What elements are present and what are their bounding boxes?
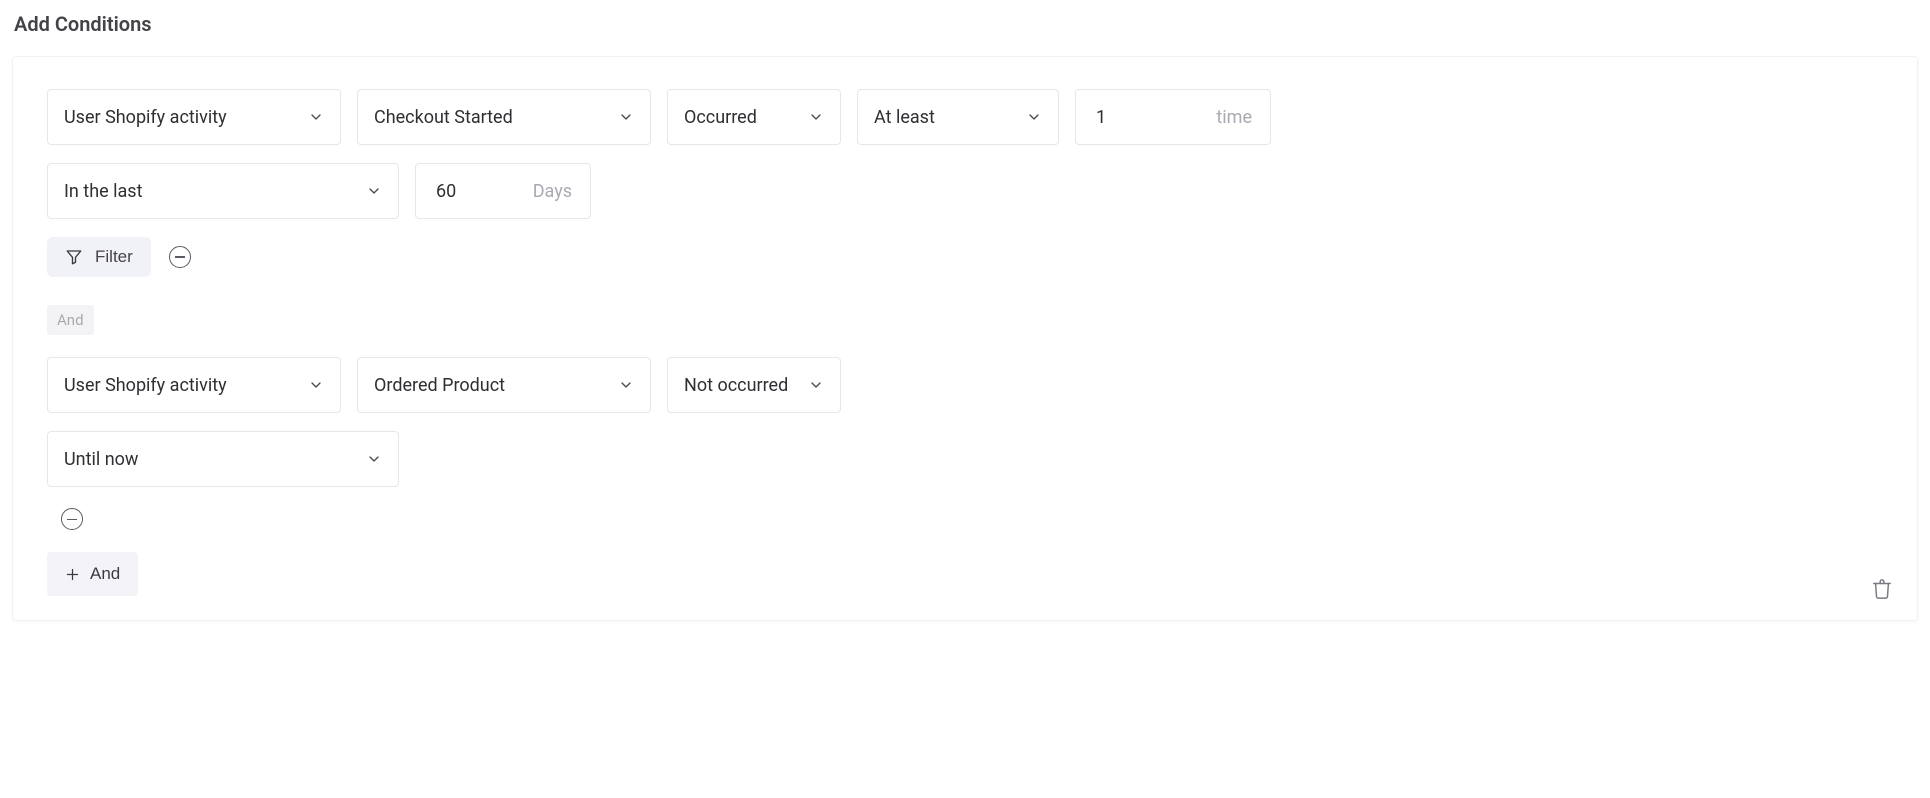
timeframe-select[interactable]: In the last (47, 163, 399, 219)
condition-2-row-2: Until now (47, 431, 1883, 487)
chevron-down-icon (366, 183, 382, 199)
count-suffix: time (1216, 107, 1252, 128)
filter-button-label: Filter (95, 247, 133, 267)
filter-row: Filter (47, 237, 1883, 277)
conditions-panel: User Shopify activity Checkout Started O… (12, 56, 1918, 621)
chevron-down-icon (808, 377, 824, 393)
plus-icon (65, 567, 80, 582)
timeframe-select-2[interactable]: Until now (47, 431, 399, 487)
connector-and-badge: And (47, 305, 94, 335)
remove-condition-1-button[interactable] (169, 246, 191, 268)
activity-type-select[interactable]: User Shopify activity (47, 89, 341, 145)
condition-1-row-2: In the last Days (47, 163, 1883, 219)
chevron-down-icon (308, 377, 324, 393)
chevron-down-icon (308, 109, 324, 125)
minus-icon (175, 256, 185, 258)
days-input[interactable] (434, 180, 525, 203)
activity-type-label-2: User Shopify activity (64, 375, 227, 396)
add-and-label: And (90, 564, 120, 584)
event-label: Checkout Started (374, 107, 513, 128)
chevron-down-icon (808, 109, 824, 125)
event-select[interactable]: Checkout Started (357, 89, 651, 145)
timeframe-label: In the last (64, 181, 142, 202)
activity-type-label: User Shopify activity (64, 107, 227, 128)
minus-icon (67, 519, 77, 521)
condition-2-row-1: User Shopify activity Ordered Product No… (47, 357, 1883, 413)
occurrence-select[interactable]: Occurred (667, 89, 841, 145)
days-suffix: Days (533, 181, 572, 202)
days-input-wrapper: Days (415, 163, 591, 219)
add-and-button[interactable]: And (47, 552, 138, 596)
chevron-down-icon (618, 377, 634, 393)
occurrence-select-2[interactable]: Not occurred (667, 357, 841, 413)
activity-type-select-2[interactable]: User Shopify activity (47, 357, 341, 413)
count-input-wrapper: time (1075, 89, 1271, 145)
event-select-2[interactable]: Ordered Product (357, 357, 651, 413)
comparator-label: At least (874, 107, 935, 128)
event-label-2: Ordered Product (374, 375, 505, 396)
condition-1-row-1: User Shopify activity Checkout Started O… (47, 89, 1883, 145)
page-title: Add Conditions (14, 12, 1918, 36)
delete-group-button[interactable] (1871, 578, 1893, 600)
occurrence-label-2: Not occurred (684, 375, 788, 396)
filter-button[interactable]: Filter (47, 237, 151, 277)
chevron-down-icon (1026, 109, 1042, 125)
chevron-down-icon (618, 109, 634, 125)
occurrence-label: Occurred (684, 107, 757, 128)
chevron-down-icon (366, 451, 382, 467)
count-input[interactable] (1094, 106, 1208, 129)
remove-condition-2-button[interactable] (61, 508, 83, 530)
filter-icon (65, 248, 83, 266)
trash-icon (1871, 578, 1893, 600)
timeframe-label-2: Until now (64, 449, 138, 470)
comparator-select[interactable]: At least (857, 89, 1059, 145)
